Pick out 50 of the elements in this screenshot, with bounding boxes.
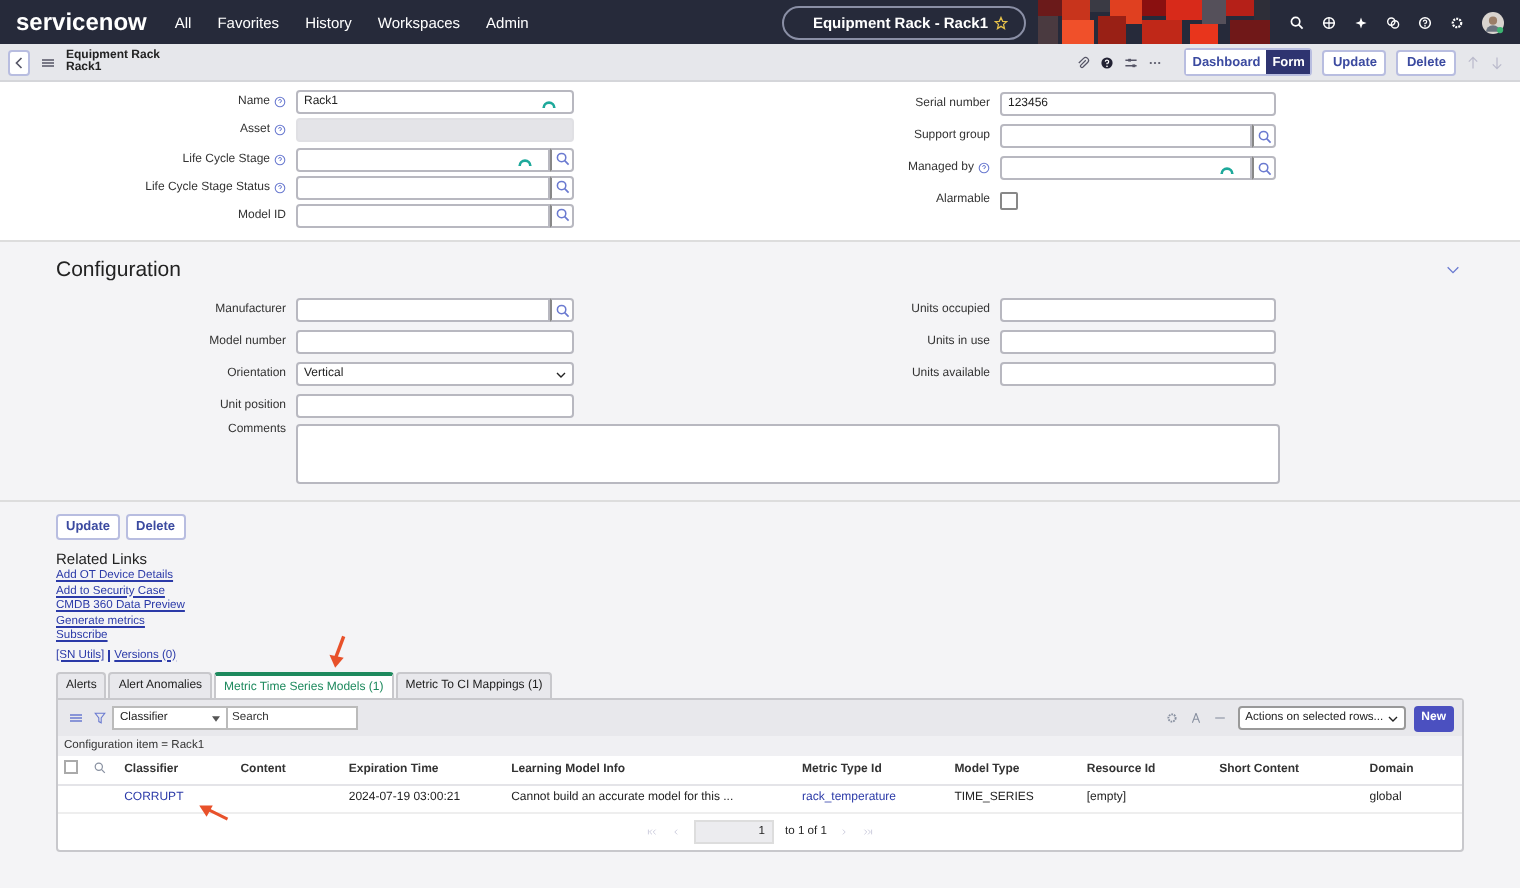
lookup-button[interactable]: [550, 298, 574, 322]
input-field[interactable]: [296, 394, 574, 418]
loading-icon: [1220, 166, 1234, 174]
comments-field[interactable]: [296, 424, 1280, 484]
caret-icon: [556, 371, 566, 377]
lookup-button[interactable]: [550, 203, 574, 228]
input-field[interactable]: [296, 330, 574, 354]
avatar-icon[interactable]: [1482, 11, 1504, 33]
chat-icon[interactable]: [1386, 15, 1400, 29]
lookup-button[interactable]: [1252, 124, 1276, 148]
menu-icon[interactable]: [42, 57, 54, 67]
search-icon: [555, 208, 569, 223]
arrow-icon: [198, 804, 230, 822]
loading-icon: [518, 157, 532, 165]
back-button[interactable]: [8, 49, 30, 75]
input-field[interactable]: [1000, 298, 1276, 322]
input-field[interactable]: [1000, 330, 1276, 354]
logo[interactable]: servicenow: [16, 8, 147, 36]
select-all-checkbox[interactable]: [64, 760, 78, 775]
paperclip-icon[interactable]: [1076, 55, 1091, 69]
chevron-down-icon[interactable]: [1446, 266, 1460, 274]
chevron-left-icon: [14, 55, 24, 69]
sliders-icon[interactable]: [1124, 55, 1139, 69]
checkbox[interactable]: [1000, 191, 1018, 209]
caret-icon: [1387, 715, 1398, 721]
input-field[interactable]: [296, 175, 550, 200]
search-icon: [555, 303, 569, 317]
lookup-button[interactable]: [550, 175, 574, 200]
globe-icon[interactable]: [1322, 15, 1336, 29]
filter-icon[interactable]: [94, 712, 106, 724]
lookup-button[interactable]: [1252, 156, 1276, 180]
section-title: Configuration: [56, 258, 181, 282]
menu-icon[interactable]: [70, 712, 82, 724]
input-field[interactable]: [296, 298, 550, 322]
arrow-icon: [328, 634, 348, 670]
input-field[interactable]: [1000, 156, 1252, 180]
input-field[interactable]: [296, 147, 550, 171]
input-field[interactable]: [1000, 362, 1276, 386]
lookup-button[interactable]: [550, 147, 574, 171]
search-icon: [1257, 161, 1271, 175]
input-field[interactable]: [1000, 124, 1252, 148]
help-icon[interactable]: [1100, 55, 1115, 69]
sparkle-icon[interactable]: [1354, 15, 1368, 29]
search-icon: [555, 180, 569, 195]
caret-icon: [212, 715, 220, 721]
star-icon[interactable]: [994, 15, 1008, 29]
loading-icon: [542, 100, 556, 109]
search-icon: [555, 152, 569, 166]
input-field[interactable]: [296, 203, 550, 228]
search-icon: [1257, 129, 1271, 143]
